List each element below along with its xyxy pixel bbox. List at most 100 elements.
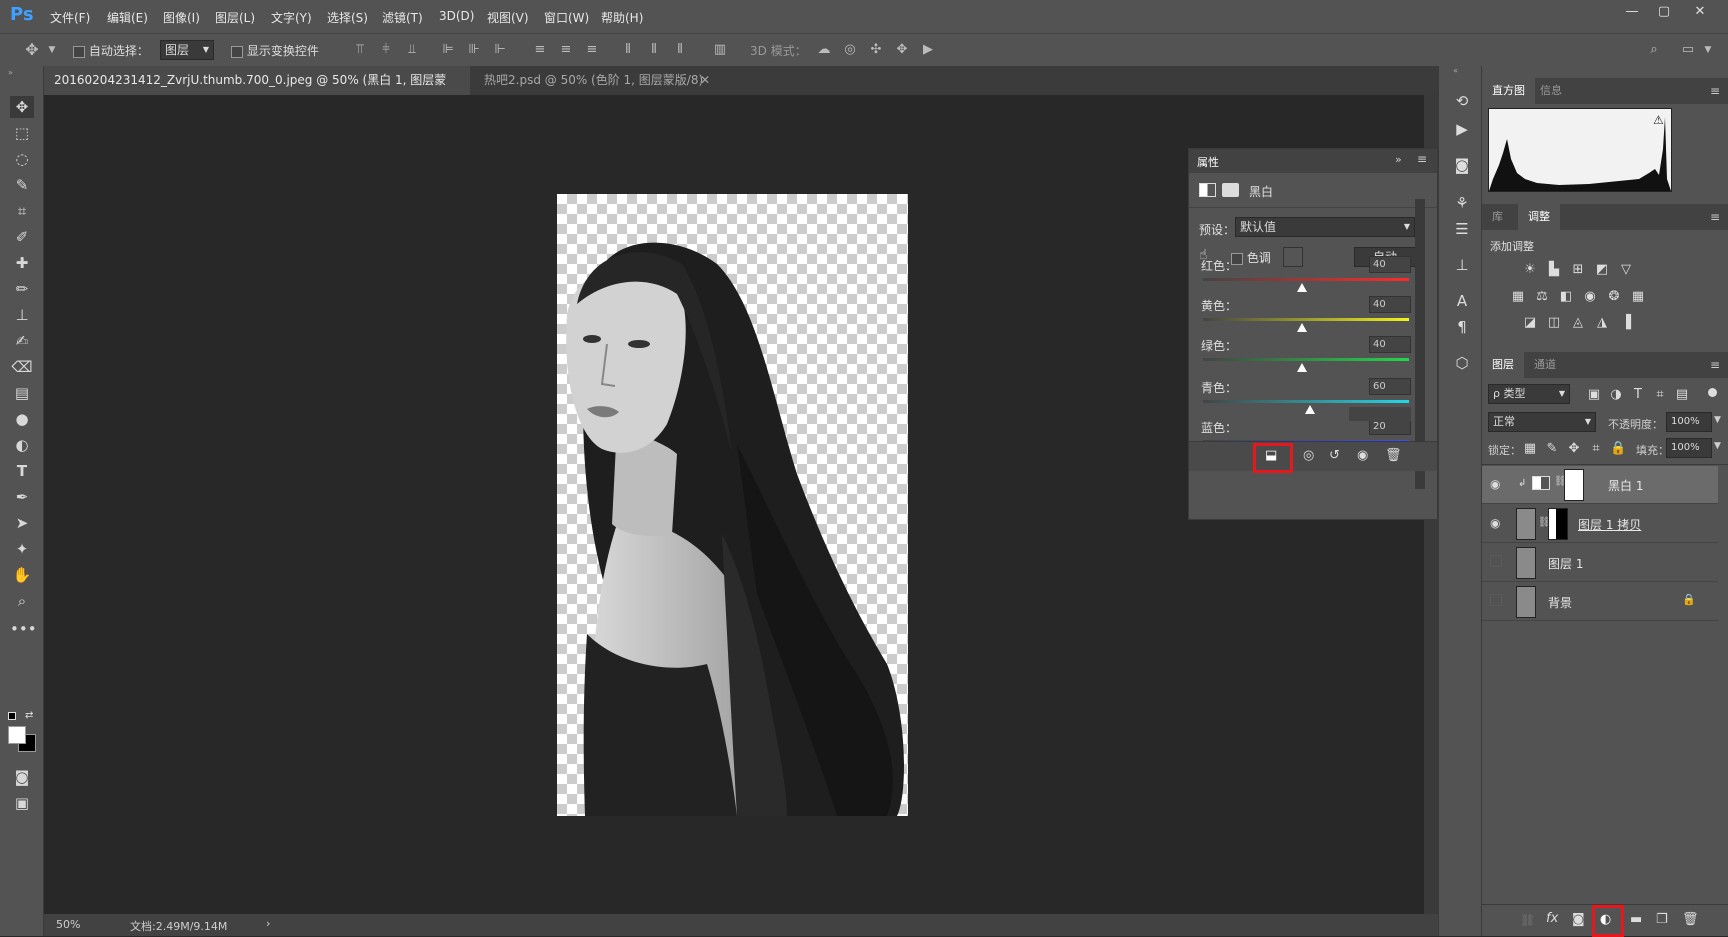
3d-cube-icon[interactable]: ⬡	[1451, 352, 1473, 374]
move-tool-icon[interactable]: ✥	[24, 42, 40, 58]
align-left-icon[interactable]: ⊫	[440, 42, 456, 58]
blend-mode-dropdown[interactable]: 正常 ▼	[1488, 412, 1596, 432]
lock-all-icon[interactable]: 🔒	[1610, 442, 1626, 456]
layer-mask-thumbnail[interactable]	[1548, 508, 1568, 540]
align-vcenter-icon[interactable]: ⫩	[378, 42, 394, 58]
more-tools-icon[interactable]: •••	[10, 618, 37, 640]
tab-info[interactable]: 信息	[1530, 78, 1572, 104]
green-slider-track[interactable]	[1203, 358, 1409, 361]
move-tool-icon[interactable]: ✥	[10, 96, 34, 118]
menu-type[interactable]: 文字(Y)	[271, 9, 312, 26]
layer-row[interactable]: ◉ ↲ ⛓ 黑白 1	[1482, 466, 1718, 504]
3d-slide-icon[interactable]: ✥	[894, 42, 910, 58]
auto-align-icon[interactable]: ▥	[712, 42, 728, 58]
cyan-slider-thumb[interactable]	[1305, 405, 1316, 414]
distribute-bottom-icon[interactable]: ≡	[584, 42, 600, 58]
zoom-level[interactable]: 50%	[56, 918, 80, 931]
history-brush-tool-icon[interactable]: ✍	[10, 330, 34, 352]
3d-pan-icon[interactable]: ✣	[868, 42, 884, 58]
filter-type-icon[interactable]: T	[1630, 388, 1646, 402]
character-icon[interactable]: A	[1451, 290, 1473, 312]
preset-dropdown[interactable]: 默认值 ▼	[1235, 217, 1415, 237]
layer-row[interactable]: 背景 🔒	[1482, 583, 1718, 621]
curves-icon[interactable]: ⊞	[1570, 263, 1586, 277]
layer-row[interactable]: ◉ ⛓ 图层 1 拷贝	[1482, 505, 1718, 543]
invert-icon[interactable]: ◪	[1522, 316, 1538, 330]
opacity-input[interactable]: 100%	[1666, 412, 1712, 432]
yellow-slider-thumb[interactable]	[1296, 323, 1307, 332]
dodge-tool-icon[interactable]: ◐	[10, 434, 34, 456]
color-lookup-icon[interactable]: ▦	[1630, 290, 1646, 304]
threshold-icon[interactable]: ◬	[1570, 316, 1586, 330]
search-icon[interactable]: ⌕	[1646, 42, 1662, 58]
close-icon[interactable]: ✕	[700, 66, 710, 95]
distribute-left-icon[interactable]: ⦀	[620, 42, 636, 58]
lock-transparent-icon[interactable]: ▦	[1522, 442, 1538, 456]
adjustment-icon[interactable]	[1199, 183, 1216, 197]
menu-help[interactable]: 帮助(H)	[601, 9, 643, 26]
yellow-value-input[interactable]: 40	[1369, 296, 1411, 313]
close-window-button[interactable]: ✕	[1688, 4, 1712, 20]
yellow-slider-track[interactable]	[1203, 318, 1409, 321]
eyedropper-tool-icon[interactable]: ✐	[10, 226, 34, 248]
filter-toggle[interactable]	[1708, 388, 1717, 397]
link-layers-icon[interactable]: ⛓	[1520, 913, 1535, 927]
collapse-panel-icon[interactable]: »	[1395, 153, 1402, 166]
history-icon[interactable]: ⟲	[1451, 90, 1473, 112]
layer-name[interactable]: 图层 1 拷贝	[1578, 516, 1641, 533]
stamp-tool-icon[interactable]: ⊥	[10, 304, 34, 326]
delete-layer-icon[interactable]: 🗑	[1682, 912, 1699, 927]
black-white-icon[interactable]: ◧	[1558, 290, 1574, 304]
default-colors-icon[interactable]	[8, 712, 16, 720]
clip-to-layer-icon[interactable]: ⬓	[1265, 448, 1277, 463]
levels-icon[interactable]: ▙	[1546, 263, 1562, 277]
show-transform-row[interactable]: 显示变换控件	[231, 42, 319, 59]
menu-select[interactable]: 选择(S)	[327, 9, 368, 26]
document-image[interactable]	[557, 194, 908, 816]
maximize-button[interactable]: ▢	[1652, 4, 1676, 20]
pen-tool-icon[interactable]: ✒	[10, 486, 34, 508]
tab-adjustments[interactable]: 调整	[1518, 204, 1560, 230]
new-layer-icon[interactable]: ❐	[1656, 912, 1668, 927]
align-hcenter-icon[interactable]: ⊪	[466, 42, 482, 58]
align-bottom-icon[interactable]: ⫫	[404, 42, 420, 58]
visibility-eye-icon[interactable]: ◉	[1490, 477, 1500, 491]
menu-window[interactable]: 窗口(W)	[544, 9, 589, 26]
status-menu-arrow-icon[interactable]: ›	[266, 917, 270, 930]
healing-tool-icon[interactable]: ✚	[10, 252, 34, 274]
visibility-eye-icon[interactable]: ◉	[1490, 516, 1500, 530]
hidden-eye-box[interactable]	[1490, 594, 1502, 606]
crop-tool-icon[interactable]: ⌗	[10, 200, 34, 222]
new-group-icon[interactable]: ▬	[1630, 912, 1642, 927]
red-slider-track[interactable]	[1203, 278, 1409, 281]
paragraph-icon[interactable]: ¶	[1451, 316, 1473, 338]
show-transform-checkbox[interactable]	[231, 45, 243, 58]
3d-scale-icon[interactable]: ▶	[920, 42, 936, 58]
marquee-tool-icon[interactable]: ⬚	[10, 122, 34, 144]
distribute-hcenter-icon[interactable]: ⦀	[646, 42, 662, 58]
tab-library[interactable]: 库	[1482, 204, 1513, 230]
zoom-tool-icon[interactable]: ⌕	[10, 590, 34, 612]
distribute-top-icon[interactable]: ≡	[532, 42, 548, 58]
panel-menu-icon[interactable]: ≡	[1710, 358, 1720, 372]
camera-icon[interactable]: ◙	[1451, 154, 1473, 176]
gradient-map-icon[interactable]: ▐	[1618, 316, 1634, 330]
fx-icon[interactable]: fx	[1546, 911, 1558, 926]
red-value-input[interactable]: 40	[1369, 256, 1411, 273]
distribute-right-icon[interactable]: ⦀	[672, 42, 688, 58]
tab-layers[interactable]: 图层	[1482, 352, 1524, 378]
cyan-value-input[interactable]: 60	[1369, 378, 1411, 395]
menu-image[interactable]: 图像(I)	[163, 9, 200, 26]
panel-menu-icon[interactable]: ≡	[1417, 152, 1427, 166]
tint-color-swatch[interactable]	[1283, 247, 1303, 267]
align-top-icon[interactable]: ⫪	[352, 42, 368, 58]
menu-view[interactable]: 视图(V)	[487, 9, 529, 26]
minimize-button[interactable]: —	[1620, 4, 1644, 20]
distribute-vcenter-icon[interactable]: ≡	[558, 42, 574, 58]
new-adjustment-icon[interactable]: ◐	[1600, 912, 1611, 927]
layer-thumbnail[interactable]	[1516, 586, 1536, 618]
selective-color-icon[interactable]: ◮	[1594, 316, 1610, 330]
warning-icon[interactable]: ⚠	[1653, 113, 1664, 127]
hue-saturation-icon[interactable]: ▦	[1510, 290, 1526, 304]
menu-file[interactable]: 文件(F)	[50, 9, 90, 26]
